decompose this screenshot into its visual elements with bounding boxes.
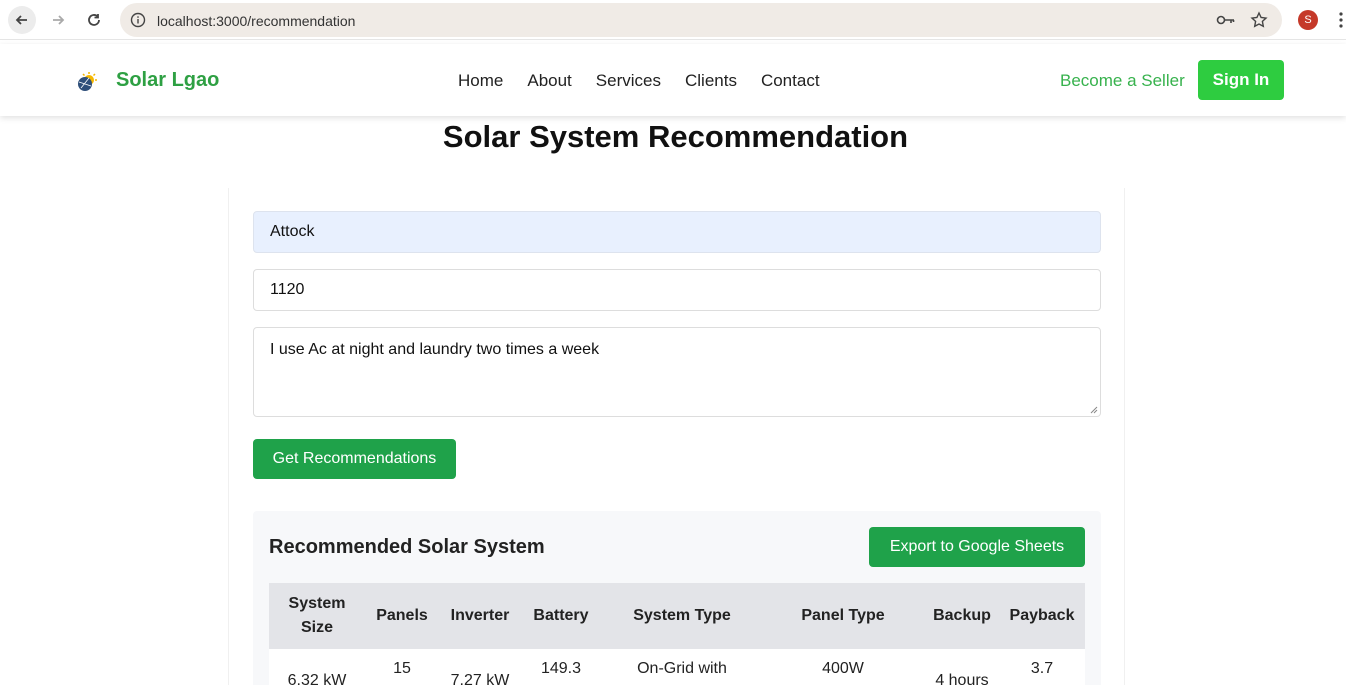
star-icon[interactable] — [1250, 11, 1268, 29]
cell-panels: 15 — [393, 660, 411, 677]
location-input[interactable]: Attock — [253, 211, 1101, 253]
units-value: 1120 — [270, 281, 305, 298]
header-inverter: Inverter — [450, 607, 510, 624]
result-title: Recommended Solar System — [269, 536, 545, 558]
cell-backup: 4 hours — [935, 672, 989, 685]
url-text[interactable]: localhost:3000/recommendation — [157, 13, 355, 29]
reload-button[interactable] — [80, 6, 108, 34]
recommendation-card: Attock 1120 I use Ac at night and laundr… — [228, 188, 1125, 685]
nav-about[interactable]: About — [527, 71, 571, 91]
get-recommendations-button[interactable]: Get Recommendations — [253, 439, 456, 479]
header-system-size: System Size — [288, 595, 346, 636]
resize-grip-icon[interactable] — [1090, 406, 1098, 414]
cell-panel-type: 400W — [822, 660, 864, 677]
arrow-left-icon — [15, 15, 27, 25]
reload-icon — [88, 14, 100, 26]
nav-contact[interactable]: Contact — [761, 71, 820, 91]
table-header: System Size Panels Inverter Battery Syst… — [269, 583, 1085, 649]
main-nav: Home About Services Clients Contact — [458, 71, 820, 91]
cell-system-type: On-Grid with — [637, 660, 727, 677]
nav-services[interactable]: Services — [596, 71, 661, 91]
address-bar[interactable]: localhost:3000/recommendation — [120, 3, 1282, 37]
become-seller-link[interactable]: Become a Seller — [1060, 71, 1185, 91]
header-backup: Backup — [933, 607, 991, 624]
site-header: Solar Lgao Home About Services Clients C… — [0, 44, 1346, 116]
table-row: 6.32 kW 15 7.27 kW 149.3 On-Grid with 40… — [269, 649, 1085, 685]
info-icon[interactable] — [130, 12, 146, 28]
browser-toolbar: localhost:3000/recommendation S — [0, 0, 1346, 40]
header-panels: Panels — [376, 607, 428, 624]
location-value: Attock — [270, 223, 315, 240]
cell-inverter: 7.27 kW — [450, 672, 510, 685]
profile-avatar[interactable]: S — [1298, 10, 1318, 30]
header-system-type: System Type — [633, 607, 731, 624]
units-input[interactable]: 1120 — [253, 269, 1101, 311]
nav-clients[interactable]: Clients — [685, 71, 737, 91]
usage-value: I use Ac at night and laundry two times … — [270, 341, 600, 358]
header-payback: Payback — [1009, 607, 1075, 624]
solar-logo-icon[interactable] — [75, 70, 99, 94]
key-icon[interactable] — [1216, 12, 1236, 28]
cell-battery: 149.3 — [540, 660, 582, 677]
header-panel-type: Panel Type — [801, 607, 885, 624]
cell-payback: 3.7 — [1030, 660, 1054, 677]
nav-home[interactable]: Home — [458, 71, 503, 91]
sign-in-button[interactable]: Sign In — [1198, 60, 1284, 100]
arrow-right-icon — [53, 15, 65, 25]
back-button[interactable] — [8, 6, 36, 34]
cell-system-size: 6.32 kW — [287, 672, 347, 685]
recommendation-table: System Size Panels Inverter Battery Syst… — [269, 583, 1085, 685]
more-menu-icon[interactable] — [1336, 10, 1346, 30]
export-sheets-button[interactable]: Export to Google Sheets — [869, 527, 1085, 567]
brand-name[interactable]: Solar Lgao — [116, 69, 219, 92]
result-panel: Recommended Solar System Export to Googl… — [253, 511, 1101, 685]
forward-button[interactable] — [44, 6, 72, 34]
page-title: Solar System Recommendation — [442, 119, 909, 154]
usage-textarea[interactable]: I use Ac at night and laundry two times … — [253, 327, 1101, 417]
header-battery: Battery — [533, 607, 589, 624]
